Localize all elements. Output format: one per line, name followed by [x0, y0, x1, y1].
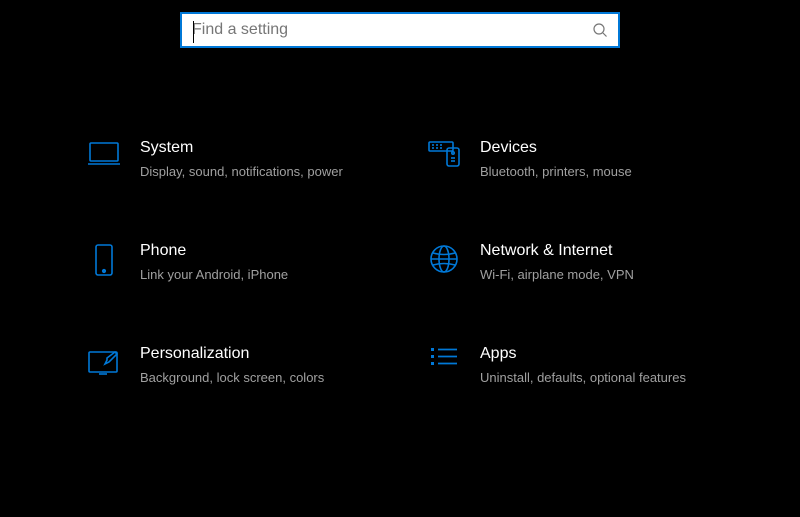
- search-container: [0, 0, 800, 48]
- phone-icon: [80, 241, 128, 277]
- search-input[interactable]: [192, 21, 592, 39]
- globe-icon: [420, 241, 468, 275]
- category-devices[interactable]: Devices Bluetooth, printers, mouse: [420, 138, 720, 181]
- devices-icon: [420, 138, 468, 170]
- category-desc: Bluetooth, printers, mouse: [480, 163, 632, 181]
- category-title: System: [140, 138, 343, 159]
- category-personalization[interactable]: Personalization Background, lock screen,…: [80, 344, 380, 387]
- apps-icon: [420, 344, 468, 372]
- category-phone[interactable]: Phone Link your Android, iPhone: [80, 241, 380, 284]
- category-title: Devices: [480, 138, 632, 159]
- search-box[interactable]: [180, 12, 620, 48]
- category-desc: Display, sound, notifications, power: [140, 163, 343, 181]
- category-title: Network & Internet: [480, 241, 634, 262]
- system-icon: [80, 138, 128, 168]
- category-network[interactable]: Network & Internet Wi-Fi, airplane mode,…: [420, 241, 720, 284]
- text-cursor: [193, 21, 194, 43]
- category-desc: Background, lock screen, colors: [140, 369, 324, 387]
- category-title: Apps: [480, 344, 686, 365]
- category-desc: Link your Android, iPhone: [140, 266, 288, 284]
- category-desc: Wi-Fi, airplane mode, VPN: [480, 266, 634, 284]
- category-title: Personalization: [140, 344, 324, 365]
- search-icon: [592, 22, 608, 38]
- category-system[interactable]: System Display, sound, notifications, po…: [80, 138, 380, 181]
- personalization-icon: [80, 344, 128, 376]
- category-desc: Uninstall, defaults, optional features: [480, 369, 686, 387]
- settings-grid: System Display, sound, notifications, po…: [0, 48, 800, 387]
- category-apps[interactable]: Apps Uninstall, defaults, optional featu…: [420, 344, 720, 387]
- category-title: Phone: [140, 241, 288, 262]
